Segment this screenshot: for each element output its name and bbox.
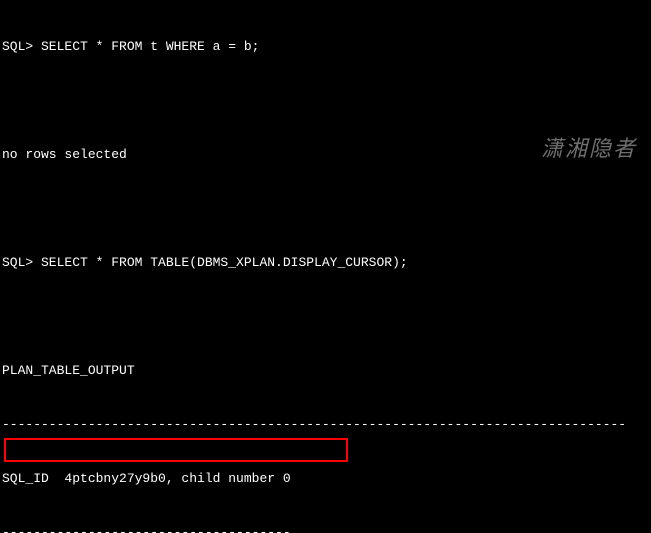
- sql-prompt-line: SQL> SELECT * FROM TABLE(DBMS_XPLAN.DISP…: [2, 254, 651, 272]
- divider-line: ----------------------------------------…: [2, 416, 651, 434]
- terminal-output: SQL> SELECT * FROM t WHERE a = b; no row…: [0, 0, 651, 533]
- blank-line: [2, 200, 651, 218]
- plan-table-header: PLAN_TABLE_OUTPUT: [2, 362, 651, 380]
- sql-prompt-line: SQL> SELECT * FROM t WHERE a = b;: [2, 38, 651, 56]
- result-message: no rows selected: [2, 146, 651, 164]
- divider-line: -------------------------------------: [2, 524, 651, 533]
- blank-line: [2, 308, 651, 326]
- blank-line: [2, 92, 651, 110]
- sql-id-line: SQL_ID 4ptcbny27y9b0, child number 0: [2, 470, 651, 488]
